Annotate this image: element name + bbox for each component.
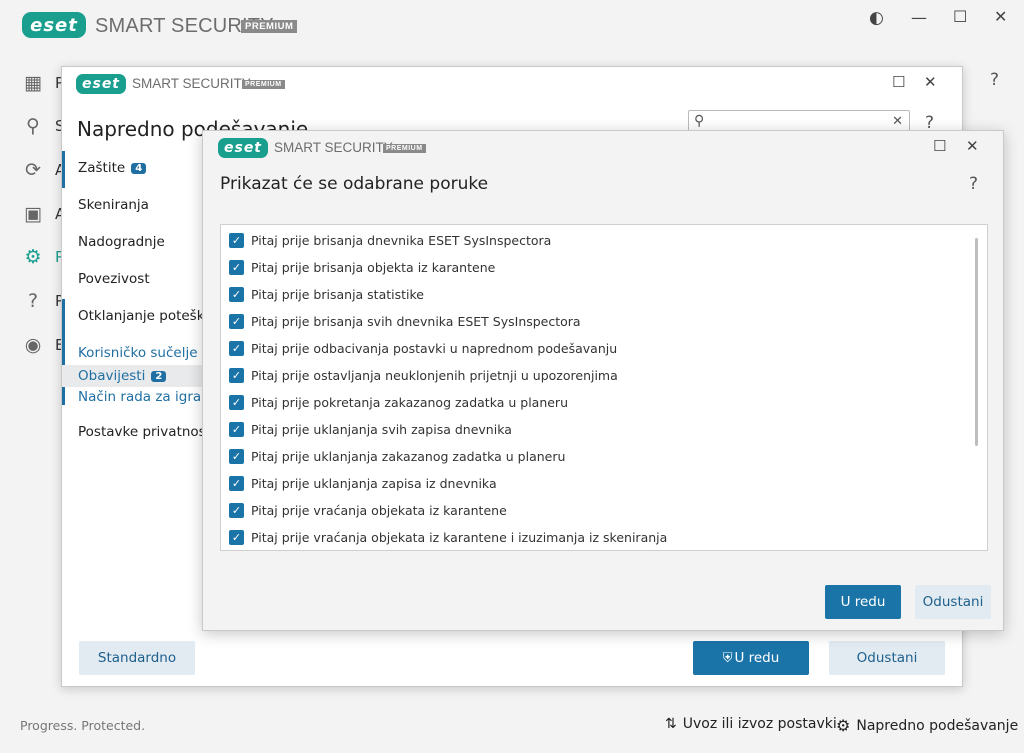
- checkbox-checked-icon[interactable]: ✓: [229, 286, 244, 302]
- edition-badge: PREMIUM: [242, 80, 285, 89]
- message-checkbox-row[interactable]: ✓ Pitaj prije uklanjanja svih zapisa dnev…: [229, 419, 512, 439]
- advanced-titlebar: eset SMART SECURITY PREMIUM ☐ ✕: [62, 67, 962, 101]
- message-checkbox-row[interactable]: ✓ Pitaj prije vraćanja objekata iz karant…: [229, 527, 667, 547]
- edition-badge: PREMIUM: [241, 20, 298, 33]
- advanced-setup-label: Napredno podešavanje: [856, 717, 1019, 734]
- product-name: SMART SECURITY: [274, 140, 393, 155]
- count-badge: 2: [151, 371, 167, 382]
- close-icon[interactable]: ✕: [924, 75, 937, 90]
- checkbox-checked-icon[interactable]: ✓: [229, 502, 244, 518]
- message-checkbox-row[interactable]: ✓ Pitaj prije brisanja dnevnika ESET SysI…: [229, 230, 551, 250]
- message-list: ✓ Pitaj prije brisanja dnevnika ESET SysI…: [220, 224, 988, 551]
- edition-badge: PREMIUM: [383, 144, 426, 153]
- help-icon[interactable]: ?: [969, 174, 978, 194]
- ok-button[interactable]: ⛨ U redu: [693, 641, 809, 675]
- status-text: Progress. Protected.: [20, 718, 146, 733]
- checkbox-checked-icon[interactable]: ✓: [229, 313, 244, 329]
- gear-icon: ⚙: [836, 716, 851, 735]
- product-name: SMART SECURITY: [132, 76, 251, 91]
- message-checkbox-row[interactable]: ✓ Pitaj prije odbacivanja postavki u napr…: [229, 338, 617, 358]
- maximize-icon[interactable]: ☐: [933, 139, 946, 154]
- maximize-icon[interactable]: ☐: [953, 9, 967, 25]
- eset-logo: eset: [218, 138, 268, 158]
- sidebar-item-gamer-mode[interactable]: Način rada za igranje: [78, 389, 222, 405]
- checkbox-checked-icon[interactable]: ✓: [229, 259, 244, 275]
- checkbox-label: Pitaj prije ostavljanja neuklonjenih pri…: [251, 367, 618, 383]
- checkbox-label: Pitaj prije vraćanja objekata iz karante…: [251, 502, 507, 518]
- help-circle-icon[interactable]: ?: [22, 290, 44, 312]
- ok-button[interactable]: U redu: [825, 585, 901, 619]
- checkbox-label: Pitaj prije pokretanja zakazanog zadatka…: [251, 394, 568, 410]
- overview-icon[interactable]: ▦: [22, 72, 44, 94]
- message-checkbox-row[interactable]: ✓ Pitaj prije brisanja svih dnevnika ESET…: [229, 311, 581, 331]
- account-icon[interactable]: ◉: [22, 334, 44, 356]
- close-icon[interactable]: ✕: [966, 139, 979, 154]
- notifications-dialog: eset SMART SECURITY PREMIUM ☐ ✕ Prikazat…: [202, 130, 1004, 631]
- setup-gear-icon[interactable]: ⚙: [22, 246, 44, 268]
- sidebar-item-label: Zaštite: [78, 160, 126, 176]
- message-checkbox-row[interactable]: ✓ Pitaj prije pokretanja zakazanog zadatk…: [229, 392, 568, 412]
- main-help-icon[interactable]: ?: [990, 72, 999, 89]
- message-checkbox-row[interactable]: ✓ Pitaj prije uklanjanja zapisa iz dnevni…: [229, 473, 497, 493]
- message-checkbox-row[interactable]: ✓ Pitaj prije brisanja objekta iz karante…: [229, 257, 495, 277]
- import-export-label: Uvoz ili izvoz postavki: [682, 716, 837, 732]
- ok-label: U redu: [734, 650, 780, 666]
- sidebar-item-privacy[interactable]: Postavke privatnosti: [78, 424, 215, 440]
- sidebar-item-label: Obavijesti: [78, 368, 146, 384]
- checkbox-label: Pitaj prije uklanjanja zakazanog zadatka…: [251, 448, 566, 464]
- close-icon[interactable]: ✕: [994, 9, 1007, 25]
- checkbox-checked-icon[interactable]: ✓: [229, 448, 244, 464]
- minimize-icon[interactable]: —: [911, 10, 927, 26]
- dialog-title: Prikazat će se odabrane poruke: [220, 174, 489, 194]
- checkbox-checked-icon[interactable]: ✓: [229, 475, 244, 491]
- update-icon[interactable]: ⟳: [22, 159, 44, 181]
- section-indicator: [62, 151, 65, 188]
- search-icon: ⚲: [694, 113, 705, 129]
- checkbox-checked-icon[interactable]: ✓: [229, 232, 244, 248]
- checkbox-label: Pitaj prije vraćanja objekata iz karante…: [251, 529, 668, 545]
- checkbox-checked-icon[interactable]: ✓: [229, 340, 244, 356]
- sidebar-item-scans[interactable]: Skeniranja: [78, 197, 149, 213]
- checkbox-label: Pitaj prije uklanjanja zapisa iz dnevnik…: [251, 475, 497, 491]
- checkbox-checked-icon[interactable]: ✓: [229, 394, 244, 410]
- import-export-icon: ⇅: [665, 716, 677, 732]
- checkbox-label: Pitaj prije brisanja dnevnika ESET SysIn…: [251, 232, 552, 248]
- checkbox-checked-icon[interactable]: ✓: [229, 529, 244, 545]
- sidebar-item-protections[interactable]: Zaštite 4: [78, 160, 147, 176]
- cancel-button[interactable]: Odustani: [829, 641, 945, 675]
- clear-search-icon[interactable]: ✕: [892, 114, 903, 129]
- import-export-link[interactable]: ⇅ Uvoz ili izvoz postavki: [665, 716, 837, 732]
- checkbox-checked-icon[interactable]: ✓: [229, 421, 244, 437]
- main-window-header: eset SMART SECURITY PREMIUM ◐ — ☐ ✕: [0, 0, 1024, 48]
- sidebar-item-label: Korisničko sučelje: [78, 345, 198, 361]
- scan-icon[interactable]: ⚲: [22, 115, 44, 137]
- checkbox-label: Pitaj prije brisanja statistike: [251, 286, 424, 302]
- checkbox-label: Pitaj prije brisanja objekta iz karanten…: [251, 259, 496, 275]
- message-checkbox-row[interactable]: ✓ Pitaj prije brisanja statistike: [229, 284, 424, 304]
- section-indicator: [62, 299, 65, 329]
- tools-icon[interactable]: ▣: [22, 203, 44, 225]
- count-badge: 4: [131, 163, 147, 174]
- default-button[interactable]: Standardno: [79, 641, 195, 675]
- theme-toggle-icon[interactable]: ◐: [869, 10, 884, 27]
- eset-logo: eset: [76, 74, 126, 94]
- checkbox-label: Pitaj prije odbacivanja postavki u napre…: [251, 340, 618, 356]
- sidebar-item-notifications[interactable]: Obavijesti 2: [78, 368, 167, 384]
- sidebar-item-connectivity[interactable]: Povezivost: [78, 271, 150, 287]
- advanced-setup-link[interactable]: ⚙ Napredno podešavanje: [836, 716, 1018, 735]
- message-checkbox-row[interactable]: ✓ Pitaj prije ostavljanja neuklonjenih pr…: [229, 365, 618, 385]
- sidebar-item-updates[interactable]: Nadogradnje: [78, 234, 165, 250]
- eset-logo: eset: [22, 12, 86, 38]
- scrollbar[interactable]: [975, 238, 978, 446]
- sidebar-item-user-interface[interactable]: Korisničko sučelje2: [78, 345, 219, 361]
- maximize-icon[interactable]: ☐: [892, 75, 905, 90]
- checkbox-label: Pitaj prije brisanja svih dnevnika ESET …: [251, 313, 581, 329]
- checkbox-checked-icon[interactable]: ✓: [229, 367, 244, 383]
- message-checkbox-row[interactable]: ✓ Pitaj prije uklanjanja zakazanog zadatk…: [229, 446, 565, 466]
- shield-icon: ⛨: [722, 650, 733, 666]
- message-checkbox-row[interactable]: ✓ Pitaj prije vraćanja objekata iz karant…: [229, 500, 507, 520]
- checkbox-label: Pitaj prije uklanjanja svih zapisa dnevn…: [251, 421, 512, 437]
- cancel-button[interactable]: Odustani: [915, 585, 991, 619]
